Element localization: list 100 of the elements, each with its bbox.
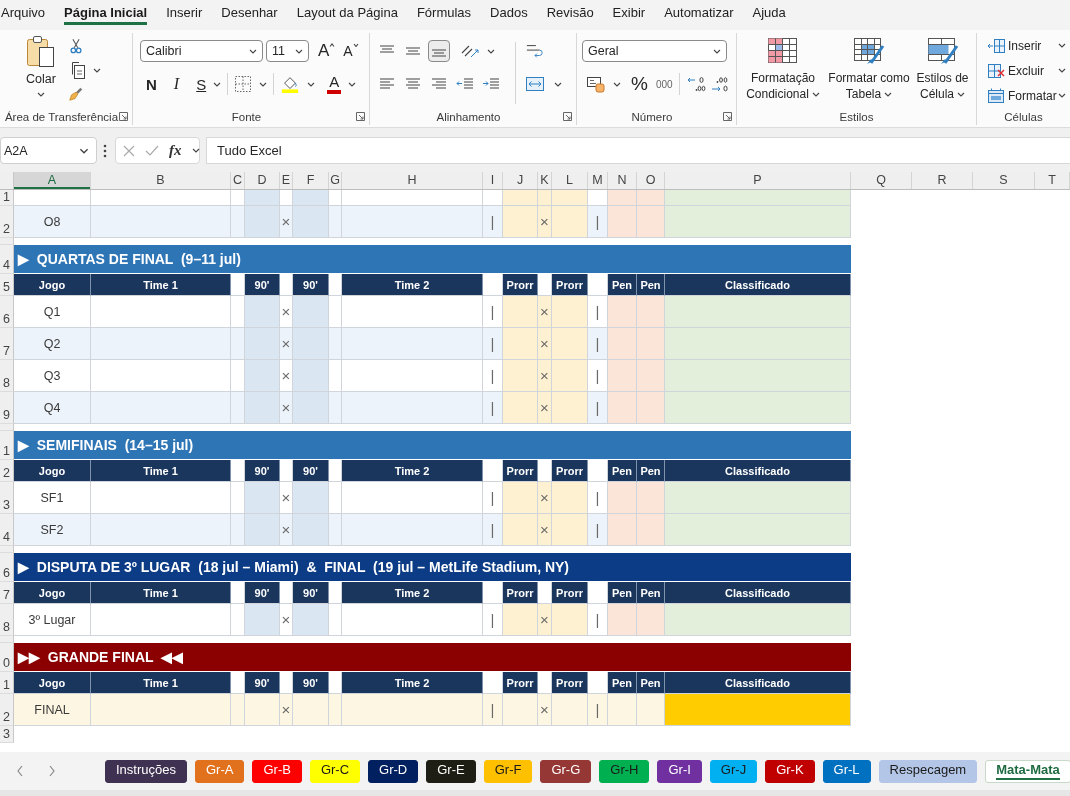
column-header[interactable]: N	[608, 172, 637, 189]
row-header[interactable]: 9	[0, 392, 14, 424]
menu-tab[interactable]: Exibir	[612, 0, 646, 25]
column-header[interactable]: S	[973, 172, 1035, 189]
chevron-right-icon[interactable]	[48, 765, 56, 777]
grow-font-button[interactable]: A	[318, 40, 336, 62]
caret-icon[interactable]	[554, 81, 562, 87]
caret-icon[interactable]	[1058, 93, 1066, 98]
row-header[interactable]: 4	[0, 514, 14, 546]
italic-button[interactable]: I	[173, 73, 180, 95]
banknote-icon[interactable]	[586, 75, 606, 93]
column-header[interactable]: F	[293, 172, 329, 189]
menu-tab[interactable]: Desenhar	[221, 0, 278, 25]
cell-styles-button[interactable]: Estilos de Célula	[913, 37, 972, 108]
arrow-right-icon[interactable]	[709, 75, 730, 93]
caret-icon[interactable]	[191, 148, 200, 153]
formula-input[interactable]: Tudo Excel	[206, 137, 1070, 164]
menu-tab[interactable]: Inserir	[166, 0, 203, 25]
sheet-tab[interactable]: Gr-E	[426, 759, 476, 783]
conditional-formatting-button[interactable]: Formatação Condicional	[741, 37, 825, 108]
menu-tab[interactable]: Layout da Página	[296, 0, 398, 25]
align-left-icon[interactable]	[379, 76, 395, 92]
format-button[interactable]: Formatar	[987, 86, 1057, 105]
column-header[interactable]: Q	[851, 172, 912, 189]
paint-bucket-icon[interactable]	[280, 75, 301, 93]
caret-icon[interactable]	[93, 67, 101, 73]
menu-tab[interactable]: Dados	[490, 0, 528, 25]
underline-button[interactable]: S	[196, 73, 207, 95]
column-header[interactable]: C	[231, 172, 245, 189]
caret-icon[interactable]	[259, 81, 268, 87]
column-header[interactable]: K	[538, 172, 552, 189]
launcher-icon[interactable]	[356, 112, 365, 121]
menu-tab[interactable]: Arquivo	[1, 0, 46, 25]
sheet-tab[interactable]: Gr-B	[252, 759, 302, 783]
menu-tab[interactable]: Fórmulas	[416, 0, 472, 25]
chevron-left-icon[interactable]	[16, 765, 24, 777]
row-header[interactable]: 7	[0, 582, 14, 604]
caret-icon[interactable]	[348, 81, 357, 87]
row-header[interactable]: 3	[0, 726, 14, 743]
sheet-tab[interactable]: Gr-K	[765, 759, 815, 783]
column-header[interactable]: T	[1035, 172, 1070, 189]
sheet-tab[interactable]: Gr-G	[540, 759, 592, 783]
caret-icon[interactable]	[487, 48, 495, 54]
launcher-icon[interactable]	[563, 112, 572, 121]
column-header[interactable]: E	[280, 172, 293, 189]
launcher-icon[interactable]	[723, 112, 732, 121]
sheet-tab[interactable]: Gr-L	[822, 759, 871, 783]
row-header[interactable]: 1	[0, 672, 14, 694]
caret-icon[interactable]	[1058, 43, 1066, 48]
column-header[interactable]: M	[588, 172, 608, 189]
menu-tab[interactable]: Ajuda	[752, 0, 786, 25]
percent-button[interactable]: %	[631, 73, 648, 95]
sheet-tab[interactable]: Gr-I	[657, 759, 702, 783]
sheet-tab[interactable]: Gr-D	[368, 759, 419, 783]
menu-tab[interactable]: Automatizar	[664, 0, 734, 25]
delete-button[interactable]: Excluir	[987, 61, 1044, 80]
insert-button[interactable]: Inserir	[987, 36, 1042, 55]
column-header[interactable]: O	[637, 172, 665, 189]
row-header[interactable]: 1	[0, 431, 14, 460]
number-format-dropdown[interactable]: Geral	[582, 40, 727, 62]
column-header[interactable]: B	[91, 172, 231, 189]
row-header[interactable]: 3	[0, 482, 14, 514]
borders-icon[interactable]	[234, 75, 253, 93]
check-icon[interactable]	[145, 144, 159, 157]
column-header[interactable]: L	[552, 172, 588, 189]
row-header[interactable]: 2	[0, 694, 14, 726]
caret-icon[interactable]	[213, 81, 222, 87]
bold-button[interactable]: N	[146, 73, 157, 95]
double-arrow-box-icon[interactable]	[525, 75, 545, 93]
paste-button[interactable]: Colar	[18, 34, 64, 108]
column-header[interactable]: P	[665, 172, 851, 189]
caret-icon[interactable]	[307, 81, 316, 87]
sheet-tab[interactable]: Respecagem	[878, 759, 978, 783]
row-header[interactable]: 6	[0, 296, 14, 328]
column-header[interactable]: R	[912, 172, 973, 189]
insert-function-button[interactable]: fx	[169, 142, 182, 159]
align-center-icon[interactable]	[405, 76, 421, 92]
arrow-left-icon[interactable]	[685, 75, 706, 93]
align-bottom-button[interactable]	[428, 40, 450, 62]
align-right-icon[interactable]	[431, 76, 447, 92]
sheet-tab[interactable]: Gr-F	[483, 759, 533, 783]
row-header[interactable]: 6	[0, 553, 14, 582]
scissors-icon[interactable]	[68, 38, 84, 54]
column-header[interactable]: I	[483, 172, 503, 189]
column-header[interactable]: A	[14, 172, 91, 189]
shrink-font-button[interactable]: A	[343, 40, 359, 62]
sheet-tab[interactable]: Gr-H	[599, 759, 650, 783]
row-header[interactable]: 4	[0, 245, 14, 274]
launcher-icon[interactable]	[119, 112, 128, 121]
row-header[interactable]: 5	[0, 274, 14, 296]
font-size-dropdown[interactable]: 11	[266, 40, 309, 62]
row-header[interactable]: 7	[0, 328, 14, 360]
vertical-dots-icon[interactable]	[103, 143, 107, 158]
sheet-tab[interactable]: Mata-Mata	[985, 759, 1070, 783]
row-header[interactable]: 2	[0, 460, 14, 482]
caret-icon[interactable]	[1058, 68, 1066, 73]
name-box[interactable]: A2A	[0, 137, 97, 164]
font-name-dropdown[interactable]: Calibri	[140, 40, 263, 62]
column-header[interactable]: J	[503, 172, 538, 189]
thousands-button[interactable]: 000	[655, 73, 673, 95]
